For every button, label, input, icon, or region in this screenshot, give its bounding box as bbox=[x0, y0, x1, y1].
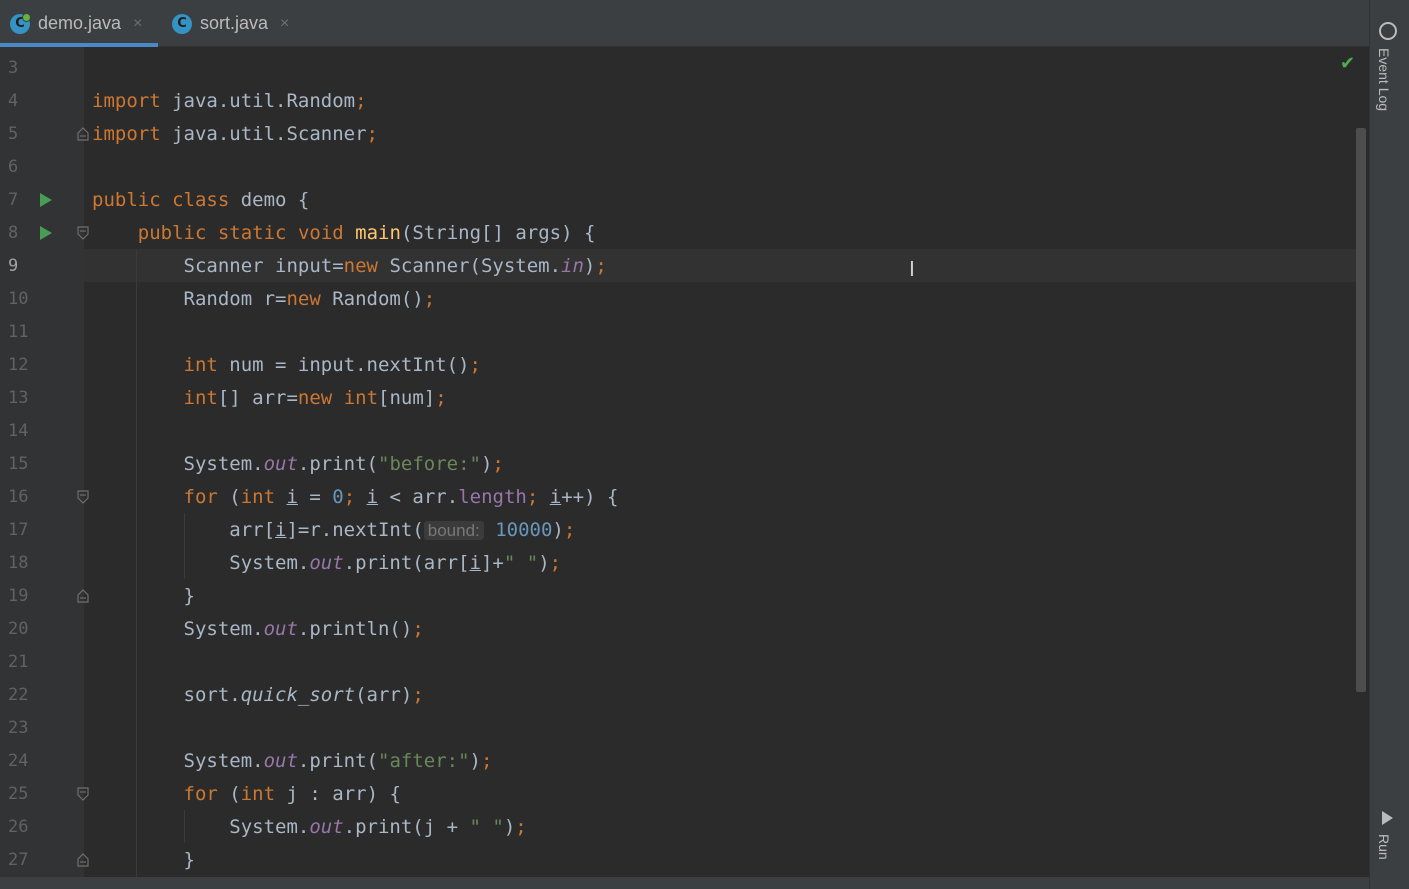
tab-demo-java[interactable]: C demo.java × bbox=[0, 0, 158, 47]
line-number: 21 bbox=[8, 652, 29, 672]
code-line[interactable]: } bbox=[92, 844, 195, 877]
line-number: 27 bbox=[8, 850, 29, 870]
fold-start-icon[interactable] bbox=[76, 787, 90, 801]
line-number: 5 bbox=[8, 124, 19, 144]
code-line[interactable]: System.out.print(arr[i]+" "); bbox=[92, 547, 561, 580]
line-number: 20 bbox=[8, 619, 29, 639]
fold-end-icon[interactable] bbox=[76, 589, 90, 603]
code-line[interactable]: } bbox=[92, 580, 195, 613]
code-line[interactable]: System.out.print("before:"); bbox=[92, 448, 504, 481]
code-line[interactable]: import java.util.Random; bbox=[92, 85, 367, 118]
line-number: 3 bbox=[8, 58, 19, 78]
line-number: 7 bbox=[8, 190, 19, 210]
fold-start-icon[interactable] bbox=[76, 490, 90, 504]
horizontal-scrollbar-area[interactable] bbox=[0, 877, 1369, 889]
run-main-icon[interactable] bbox=[40, 226, 52, 240]
event-log-icon[interactable] bbox=[1379, 22, 1397, 40]
line-number: 23 bbox=[8, 718, 29, 738]
code-line[interactable]: Scanner input=new Scanner(System.in); bbox=[92, 250, 607, 283]
line-number: 6 bbox=[8, 157, 19, 177]
run-button[interactable]: Run bbox=[1376, 834, 1392, 860]
line-number: 26 bbox=[8, 817, 29, 837]
tab-label: sort.java bbox=[200, 13, 269, 33]
line-number: 17 bbox=[8, 520, 29, 540]
code-line[interactable]: System.out.print(j + " "); bbox=[92, 811, 526, 844]
code-line[interactable]: for (int j : arr) { bbox=[92, 778, 401, 811]
code-line[interactable]: public static void main(String[] args) { bbox=[92, 217, 596, 250]
parameter-hint: bound: bbox=[423, 521, 484, 540]
no-problems-check-icon[interactable]: ✔ bbox=[1340, 53, 1355, 74]
line-number: 14 bbox=[8, 421, 29, 441]
right-tool-strip: Event Log Run bbox=[1369, 0, 1409, 889]
tab-label: demo.java bbox=[38, 13, 122, 33]
line-number: 11 bbox=[8, 322, 29, 342]
line-number: 13 bbox=[8, 388, 29, 408]
fold-end-icon[interactable] bbox=[76, 127, 90, 141]
close-icon[interactable]: × bbox=[280, 15, 289, 33]
run-icon[interactable] bbox=[1382, 811, 1393, 825]
code-line[interactable]: int num = input.nextInt(); bbox=[92, 349, 481, 382]
fold-end-icon[interactable] bbox=[76, 853, 90, 867]
code-line[interactable]: System.out.print("after:"); bbox=[92, 745, 493, 778]
java-class-icon: C bbox=[172, 13, 192, 34]
code-line[interactable]: import java.util.Scanner; bbox=[92, 118, 378, 151]
close-icon[interactable]: × bbox=[133, 15, 142, 33]
line-number: 22 bbox=[8, 685, 29, 705]
text-cursor-icon: I bbox=[909, 257, 915, 281]
line-number: 16 bbox=[8, 487, 29, 507]
fold-start-icon[interactable] bbox=[76, 226, 90, 240]
line-number: 24 bbox=[8, 751, 29, 771]
line-number: 9 bbox=[8, 256, 19, 276]
line-number: 25 bbox=[8, 784, 29, 804]
code-line[interactable]: System.out.println(); bbox=[92, 613, 424, 646]
line-number: 4 bbox=[8, 91, 19, 111]
tab-sort-java[interactable]: C sort.java × bbox=[172, 0, 302, 47]
line-number: 8 bbox=[8, 223, 19, 243]
code-line[interactable]: sort.quick_sort(arr); bbox=[92, 679, 424, 712]
line-number: 10 bbox=[8, 289, 29, 309]
code-line[interactable]: arr[i]=r.nextInt(bound: 10000); bbox=[92, 514, 575, 547]
code-line[interactable]: int[] arr=new int[num]; bbox=[92, 382, 447, 415]
run-class-icon[interactable] bbox=[40, 193, 52, 207]
java-class-icon: C bbox=[10, 12, 31, 34]
vertical-scrollbar[interactable] bbox=[1356, 128, 1366, 692]
line-number: 19 bbox=[8, 586, 29, 606]
editor-tab-bar: C demo.java × C sort.java × bbox=[0, 0, 1369, 47]
line-number: 15 bbox=[8, 454, 29, 474]
code-line[interactable]: Random r=new Random(); bbox=[92, 283, 436, 316]
line-number: 18 bbox=[8, 553, 29, 573]
code-line[interactable]: public class demo { bbox=[92, 184, 309, 217]
event-log-button[interactable]: Event Log bbox=[1376, 48, 1392, 111]
code-line[interactable]: for (int i = 0; i < arr.length; i++) { bbox=[92, 481, 619, 514]
line-number: 12 bbox=[8, 355, 29, 375]
